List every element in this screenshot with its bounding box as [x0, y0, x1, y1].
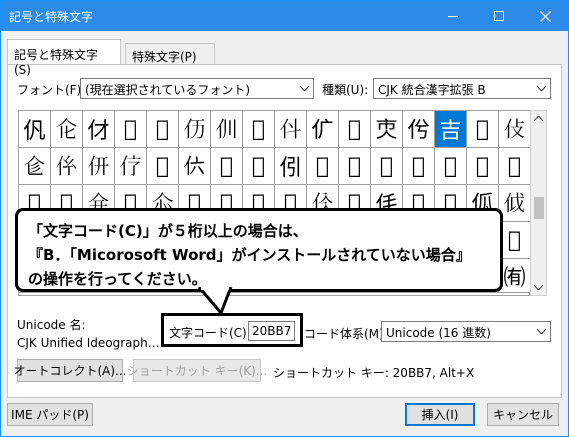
char-cell[interactable]: 𠆱 [275, 111, 307, 148]
subset-select-value: CJK 統合漢字拡張 B [378, 83, 486, 97]
char-cell[interactable]: 𠇃 [339, 148, 371, 185]
close-icon [539, 10, 551, 22]
ime-pad-button[interactable]: IME パッド(P) [7, 403, 93, 426]
char-cell[interactable]: 𠆲 [307, 111, 339, 148]
char-cell[interactable]: 吉 [435, 111, 467, 148]
minimize-icon [448, 15, 458, 17]
char-cell[interactable]: ㈲ [499, 259, 531, 293]
char-code-value: 20BB7 [252, 324, 292, 338]
code-system-value: Unicode (16 進数) [386, 326, 491, 340]
char-cell[interactable]: 𠆴 [371, 111, 403, 148]
char-cell[interactable]: 𠇄 [371, 148, 403, 185]
char-cell[interactable]: 𠇈 [499, 148, 531, 185]
char-cell[interactable]: 𠆹 [19, 148, 51, 185]
char-cell[interactable]: 𠇘 [499, 185, 531, 222]
char-cell[interactable]: 𠇨 [499, 222, 531, 259]
chevron-down-icon [532, 322, 550, 341]
grid-scrollbar[interactable] [530, 110, 547, 296]
char-cell[interactable]: 𠇀 [243, 148, 275, 185]
font-select[interactable]: (現在選択されているフォント) [80, 78, 314, 99]
code-system-label: コード体系(M): [304, 327, 388, 341]
tab-symbols[interactable]: 記号と特殊文字(S) [7, 39, 121, 77]
symbol-dialog: 記号と特殊文字 記号と特殊文字(S) 特殊文字(P) フォント(F): (現在選… [0, 0, 569, 437]
callout-line-1: 「文字コード(C)」が５桁以上の場合は、 [28, 222, 308, 240]
instruction-callout: 「文字コード(C)」が５桁以上の場合は、 『B．「Micorosoft Word… [15, 208, 503, 292]
subset-label: 種類(U): [322, 83, 369, 97]
char-cell[interactable]: 𠆮 [179, 111, 211, 148]
char-cell[interactable]: 𠇅 [403, 148, 435, 185]
chevron-down-icon [295, 79, 313, 98]
char-cell[interactable]: 𠆷 [467, 111, 499, 148]
unicode-name-value: CJK Unified Ideograph… [17, 336, 160, 350]
char-cell[interactable]: 𠆭 [147, 111, 179, 148]
char-cell[interactable]: 𠆰 [243, 111, 275, 148]
char-cell[interactable]: 𠇂 [307, 148, 339, 185]
chevron-down-icon [532, 79, 550, 98]
char-cell[interactable]: 𠇇 [467, 148, 499, 185]
shortcut-key-button[interactable]: ショートカット キー(K)... [127, 359, 267, 382]
font-label: フォント(F): [17, 83, 86, 97]
callout-line-3: の操作を行ってください。 [28, 270, 207, 288]
char-cell[interactable]: 𠆿 [211, 148, 243, 185]
subset-select[interactable]: CJK 統合漢字拡張 B [373, 78, 551, 99]
scrollbar-thumb[interactable] [534, 197, 544, 219]
char-cell[interactable]: 𠆪 [51, 111, 83, 148]
insert-button[interactable]: 挿入(I) [405, 403, 475, 426]
cancel-button[interactable]: キャンセル [487, 403, 559, 426]
char-cell[interactable]: 𠇆 [435, 148, 467, 185]
minimize-button[interactable] [430, 1, 476, 31]
tab-special-characters[interactable]: 特殊文字(P) [125, 43, 215, 64]
maximize-icon [494, 11, 504, 21]
char-cell[interactable]: 𠆺 [51, 148, 83, 185]
autocorrect-button[interactable]: オートコレクト(A)... [13, 359, 127, 382]
callout-pointer [197, 287, 233, 316]
char-cell[interactable]: 𠆫 [83, 111, 115, 148]
char-cell[interactable]: 𠇁 [275, 148, 307, 185]
char-cell[interactable]: 𠆯 [211, 111, 243, 148]
char-cell[interactable]: 𠆬 [115, 111, 147, 148]
maximize-button[interactable] [476, 1, 522, 31]
shortcut-info: ショートカット キー: 20BB7, Alt+X [273, 366, 475, 380]
char-cell[interactable]: 𠆽 [147, 148, 179, 185]
char-cell[interactable]: 𠆳 [339, 111, 371, 148]
close-button[interactable] [522, 1, 568, 31]
window-title: 記号と特殊文字 [9, 10, 94, 24]
scroll-up-icon[interactable] [534, 116, 543, 121]
char-cell[interactable]: 𠆸 [499, 111, 531, 148]
char-code-label: 文字コード(C): [169, 326, 251, 340]
char-cell[interactable]: 𠆾 [179, 148, 211, 185]
title-bar[interactable]: 記号と特殊文字 [1, 1, 568, 31]
code-system-select[interactable]: Unicode (16 進数) [381, 321, 551, 342]
scroll-down-icon[interactable] [534, 285, 543, 290]
char-cell[interactable]: 𠆼 [115, 148, 147, 185]
font-select-value: (現在選択されているフォント) [85, 83, 251, 97]
char-cell[interactable]: 𠆩 [19, 111, 51, 148]
unicode-name-label: Unicode 名: [17, 318, 86, 332]
char-cell[interactable]: 𠆵 [403, 111, 435, 148]
char-cell[interactable]: 𠆻 [83, 148, 115, 185]
callout-line-2: 『B．「Micorosoft Word」がインストールされていない場合』 [28, 246, 471, 264]
char-code-input[interactable]: 20BB7 [248, 321, 295, 341]
